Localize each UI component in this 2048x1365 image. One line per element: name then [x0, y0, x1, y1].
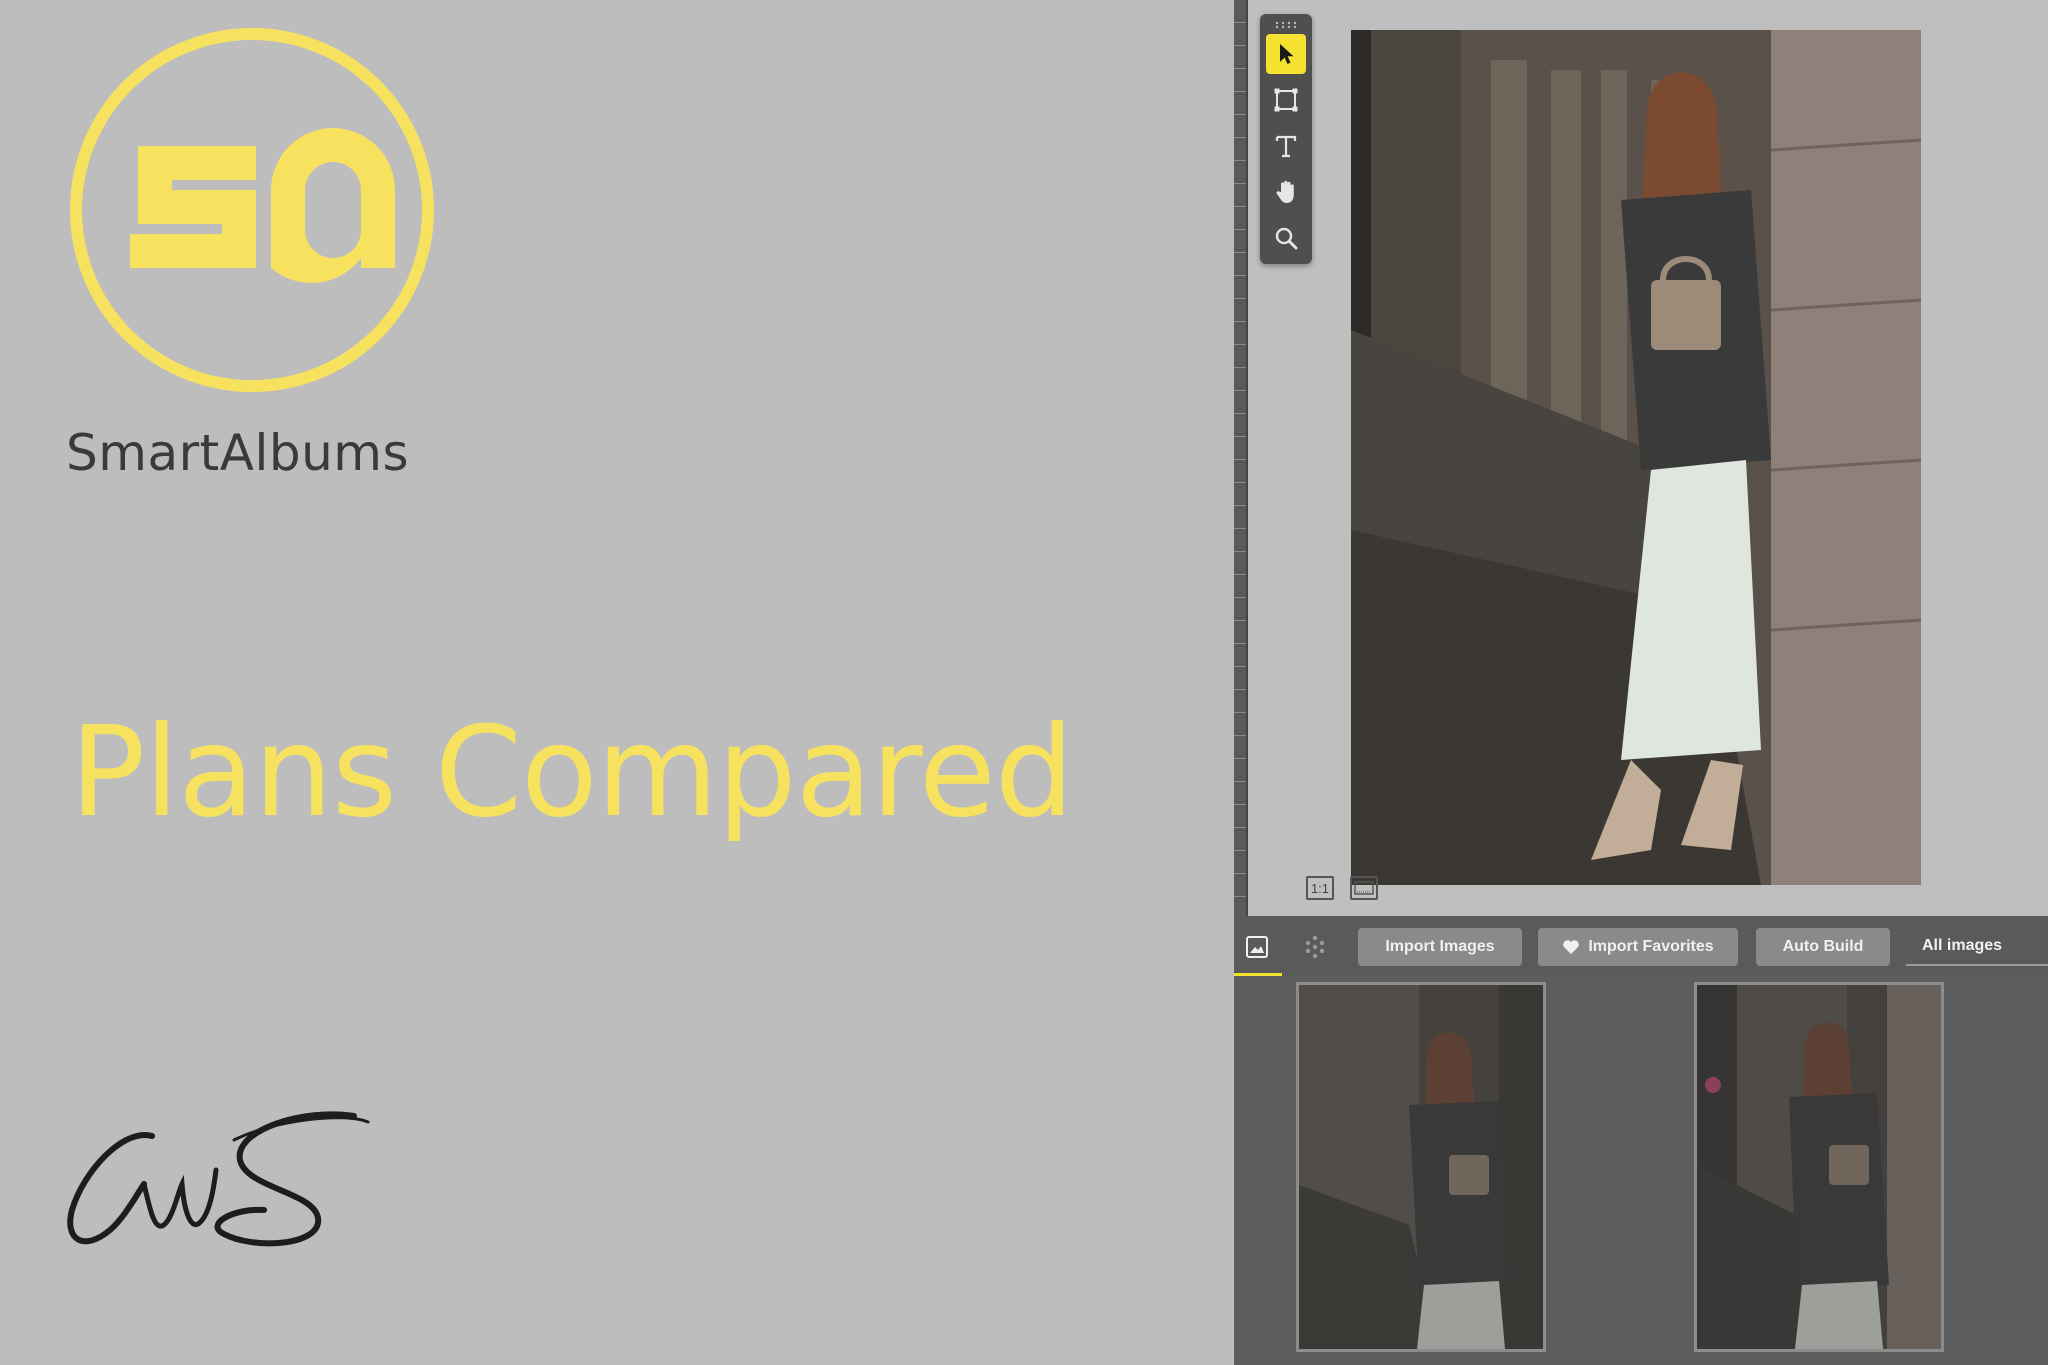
zoom-fit-button[interactable] [1350, 876, 1378, 900]
smartalbums-app: 1:1 Import Images Import Favorites Auto … [1234, 0, 2048, 1365]
tool-palette [1260, 14, 1312, 264]
brand-name: SmartAlbums [66, 424, 410, 482]
thumbnail-photo [1299, 985, 1543, 1349]
pan-tool-button[interactable] [1266, 172, 1306, 212]
smartalbums-logo [70, 28, 434, 392]
frame-tool-button[interactable] [1266, 80, 1306, 120]
text-tool-button[interactable] [1266, 126, 1306, 166]
active-tab-indicator [1234, 973, 1282, 976]
import-images-button[interactable]: Import Images [1358, 928, 1522, 966]
vertical-ruler[interactable] [1234, 0, 1248, 916]
cursor-arrow-icon [1280, 44, 1294, 64]
import-favorites-label: Import Favorites [1588, 938, 1714, 955]
text-tool-icon [1275, 135, 1297, 158]
headline: Plans Compared [70, 700, 1074, 845]
magnifier-icon [1275, 227, 1298, 250]
auto-build-button[interactable]: Auto Build [1756, 928, 1890, 966]
image-icon [1246, 936, 1268, 958]
image-filter-value: All images [1922, 937, 2003, 954]
zoom-actual-size-button[interactable]: 1:1 [1306, 876, 1334, 900]
signature-cws [67, 1111, 370, 1247]
promo-panel: SmartAlbums Plans Compared [0, 0, 1234, 1365]
image-filter-dropdown[interactable]: All images [1906, 928, 2048, 966]
heart-icon [1563, 940, 1580, 954]
image-thumbnail[interactable] [1694, 982, 1944, 1352]
select-tool-button[interactable] [1266, 34, 1306, 74]
image-thumbnail[interactable] [1296, 982, 1546, 1352]
scatter-tab[interactable] [1298, 930, 1332, 964]
image-browser-panel: Import Images Import Favorites Auto Buil… [1234, 916, 2048, 1365]
import-favorites-button[interactable]: Import Favorites [1538, 928, 1738, 966]
thumbnail-photo [1697, 985, 1941, 1349]
hand-icon [1276, 180, 1294, 203]
spread-photo[interactable] [1351, 30, 1921, 885]
drag-grip-icon[interactable] [1274, 21, 1298, 29]
images-tab[interactable] [1240, 930, 1274, 964]
fit-screen-icon [1354, 881, 1374, 895]
zoom-tool-button[interactable] [1266, 218, 1306, 258]
scatter-dots-icon [1305, 935, 1325, 959]
frame-crop-icon [1274, 88, 1298, 112]
